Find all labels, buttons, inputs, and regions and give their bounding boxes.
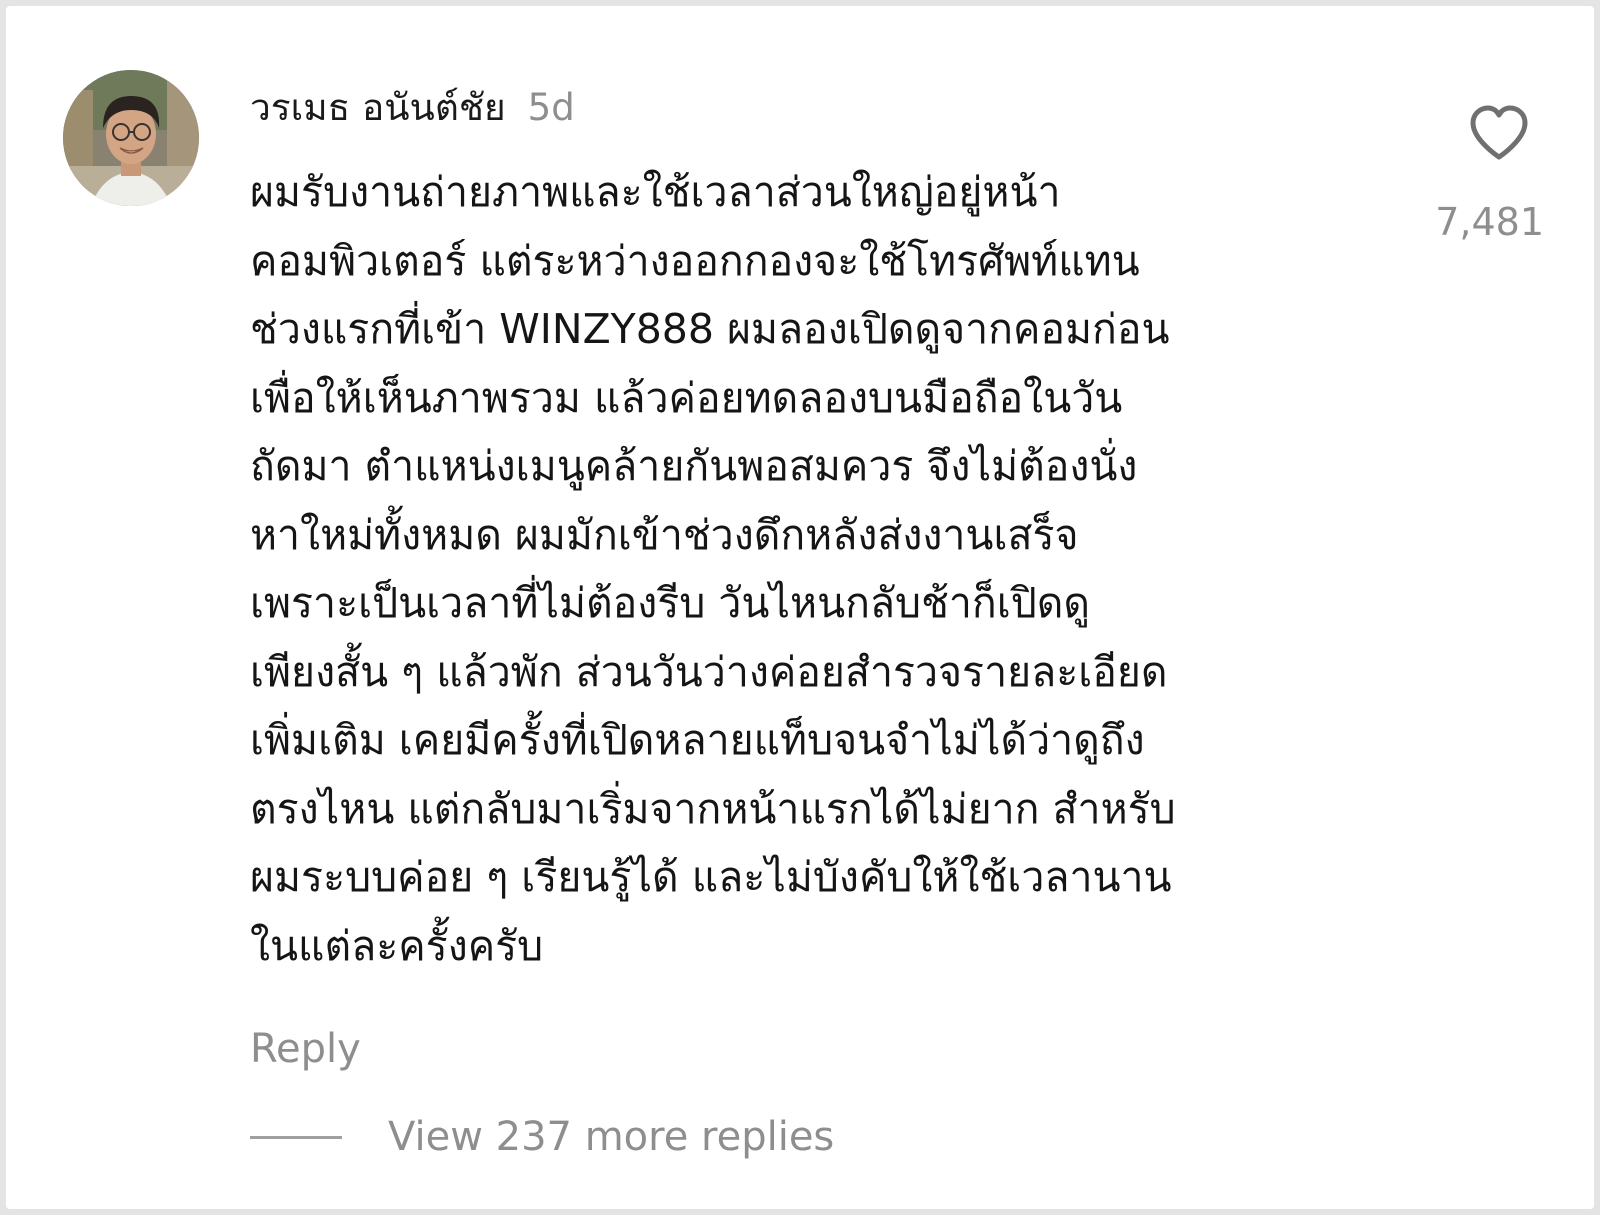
avatar[interactable] xyxy=(63,70,199,206)
like-count: 7,481 xyxy=(1435,200,1544,244)
view-replies-button[interactable]: View 237 more replies xyxy=(250,1114,834,1160)
timestamp: 5d xyxy=(527,86,575,129)
reply-button[interactable]: Reply xyxy=(250,1026,361,1072)
comment-card: วรเมธ อนันต์ชัย 5d ผมรับงานถ่ายภาพและใช้… xyxy=(6,6,1594,1209)
comment-header: วรเมธ อนันต์ชัย 5d xyxy=(250,78,575,134)
avatar-photo xyxy=(63,70,199,206)
comment-text: ผมรับงานถ่ายภาพและใช้เวลาส่วนใหญ่อยู่หน้… xyxy=(250,168,1176,970)
heart-outline-icon[interactable] xyxy=(1468,104,1530,162)
username[interactable]: วรเมธ อนันต์ชัย xyxy=(250,78,506,137)
replies-divider xyxy=(250,1135,342,1139)
view-replies-label: View 237 more replies xyxy=(388,1114,835,1160)
